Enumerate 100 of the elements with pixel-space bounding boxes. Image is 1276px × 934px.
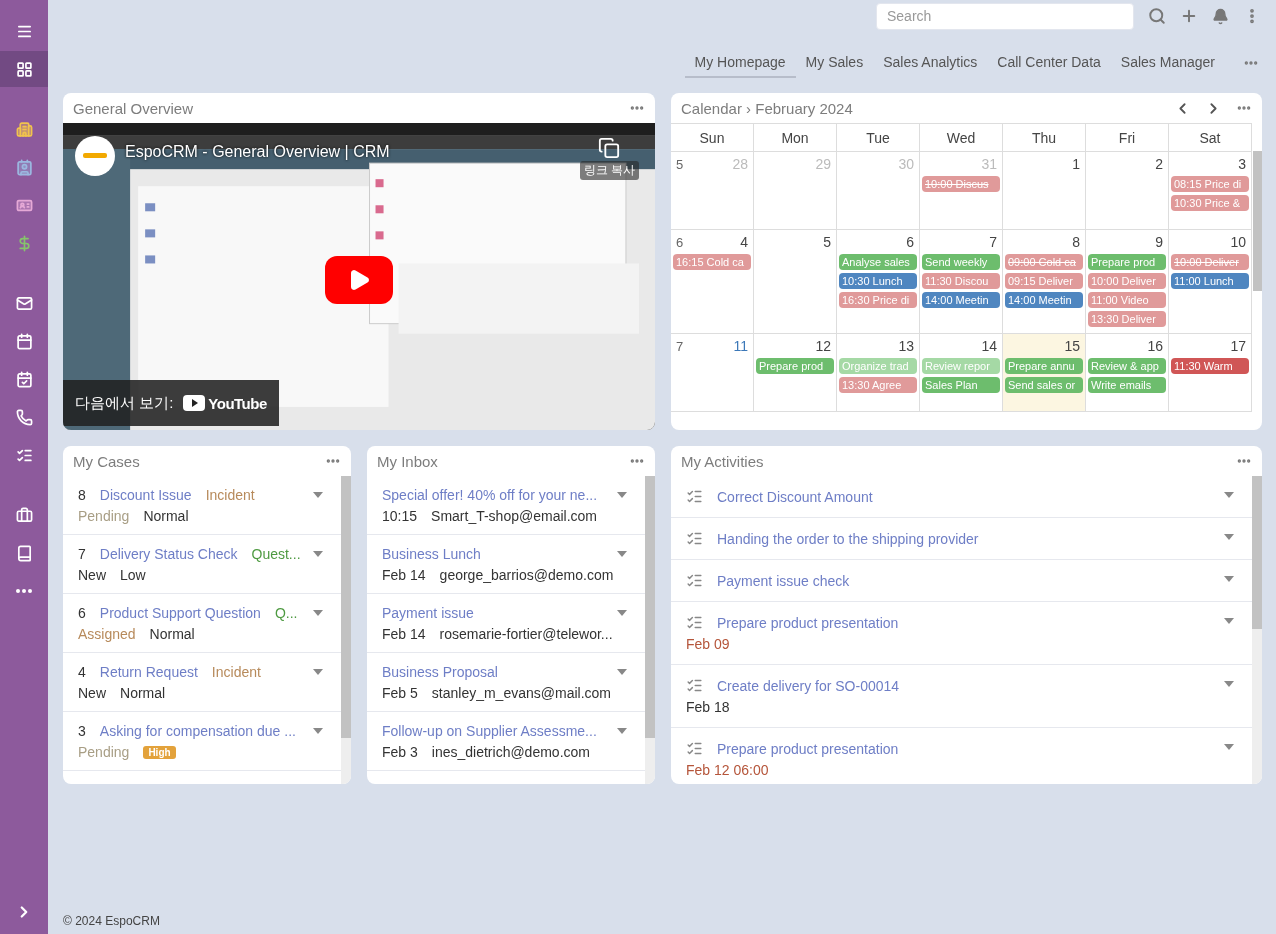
caret-icon[interactable]	[617, 728, 627, 734]
dashboard-tab[interactable]: My Homepage	[684, 48, 796, 78]
calendar-day[interactable]: 7 11	[671, 334, 754, 412]
dashboard-tab[interactable]: Sales Manager	[1110, 48, 1225, 78]
calendar-event[interactable]: 10:30 Price &	[1171, 195, 1249, 211]
calendar-day[interactable]: 31 10:00 Discus	[920, 152, 1003, 230]
case-type: Incident	[211, 664, 261, 680]
calendar-event[interactable]: Send weekly	[922, 254, 1000, 270]
email-subject[interactable]: Special offer! 40% off for your ne...	[382, 487, 598, 503]
calendar-event[interactable]: 10:30 Lunch	[839, 273, 917, 289]
calendar-event[interactable]: 13:30 Deliver	[1088, 311, 1166, 327]
sidebar-item[interactable]	[0, 51, 48, 87]
email-subject[interactable]: Follow-up on Supplier Assessme...	[382, 723, 597, 739]
calendar-day[interactable]: 3 08:15 Price di 10:30 Price &	[1169, 152, 1252, 230]
calendar-event[interactable]: 08:15 Price di	[1171, 176, 1249, 192]
email-subject[interactable]: Business Lunch	[382, 546, 481, 562]
calendar-day[interactable]: 16 Review & app Write emails	[1086, 334, 1169, 412]
calendar-day[interactable]: 10 10:00 Deliver 11:00 Lunch	[1169, 230, 1252, 334]
caret-icon[interactable]	[617, 551, 627, 557]
calendar-day[interactable]: 14 Review repor Sales Plan	[920, 334, 1003, 412]
calendar-event[interactable]: 16:30 Price di	[839, 292, 917, 308]
case-link[interactable]: Delivery Status Check	[99, 546, 238, 562]
scrollbar[interactable]	[1253, 151, 1262, 291]
caret-icon[interactable]	[313, 492, 323, 498]
calendar-day[interactable]: 9 Prepare prod 10:00 Deliver 11:00 Video 13:30 Deliver	[1086, 230, 1169, 334]
calendar-day[interactable]: 13 Organize trad 13:30 Agree	[837, 334, 920, 412]
play-button[interactable]	[325, 256, 393, 304]
caret-icon[interactable]	[1224, 576, 1234, 582]
calendar-event[interactable]: 10:00 Deliver	[1088, 273, 1166, 289]
task-link[interactable]: Create delivery for SO-00014	[717, 677, 900, 694]
task-link[interactable]: Prepare product presentation	[717, 740, 899, 757]
scrollbar[interactable]	[1252, 476, 1262, 784]
scrollbar[interactable]	[341, 476, 351, 784]
day-number: 11	[733, 338, 748, 354]
task-link[interactable]: Handing the order to the shipping provider	[717, 530, 979, 547]
calendar-event[interactable]: 16:15 Cold ca	[673, 254, 751, 270]
plus-icon[interactable]	[1180, 7, 1198, 25]
calendar-event[interactable]: 11:00 Lunch	[1171, 273, 1249, 289]
caret-icon[interactable]	[1224, 492, 1234, 498]
calendar-event[interactable]: Write emails	[1088, 377, 1166, 393]
caret-icon[interactable]	[617, 669, 627, 675]
calendar-day[interactable]: 6 4 16:15 Cold ca	[671, 230, 754, 334]
calendar-day[interactable]: 6 Analyse sales 10:30 Lunch 16:30 Price di	[837, 230, 920, 334]
calendar-event[interactable]: 11:00 Video	[1088, 292, 1166, 308]
calendar-day[interactable]: 12 Prepare prod	[754, 334, 837, 412]
calendar-day[interactable]: 2	[1086, 152, 1169, 230]
calendar-day[interactable]: 5	[754, 230, 837, 334]
email-subject[interactable]: Payment issue	[382, 605, 474, 621]
task-link[interactable]: Correct Discount Amount	[717, 488, 873, 505]
calendar-day[interactable]: 7 Send weekly 11:30 Discou 14:00 Meetin	[920, 230, 1003, 334]
copy-link-label[interactable]: 링크 복사	[579, 161, 639, 180]
caret-icon[interactable]	[1224, 534, 1234, 540]
dashboard-tab[interactable]: Sales Analytics	[873, 48, 988, 78]
calendar-event[interactable]: Sales Plan	[922, 377, 1000, 393]
caret-icon[interactable]	[313, 669, 323, 675]
scrollbar[interactable]	[645, 476, 655, 784]
case-link[interactable]: Discount Issue	[99, 487, 192, 503]
caret-icon[interactable]	[1224, 618, 1234, 624]
caret-icon[interactable]	[1224, 744, 1234, 750]
calendar-day[interactable]: 5 28	[671, 152, 754, 230]
calendar-event[interactable]: 11:30 Discou	[922, 273, 1000, 289]
calendar-event[interactable]: Prepare prod	[756, 358, 834, 374]
caret-icon[interactable]	[617, 492, 627, 498]
video-title[interactable]: EspoCRM - General Overview | CRM	[125, 143, 390, 161]
calendar-event[interactable]: 09:00 Cold ca	[1005, 254, 1083, 270]
more-icon	[16, 589, 32, 593]
search-icon[interactable]	[1148, 7, 1166, 25]
search-field[interactable]: Search	[876, 2, 1134, 30]
calendar-day[interactable]: 8 09:00 Cold ca 09:15 Deliver 14:00 Meetin	[1003, 230, 1086, 334]
calendar-event[interactable]: 14:00 Meetin	[922, 292, 1000, 308]
calendar-event[interactable]: 11:30 Warm	[1171, 358, 1249, 374]
caret-icon[interactable]	[1224, 681, 1234, 687]
caret-icon[interactable]	[313, 551, 323, 557]
case-link[interactable]: Product Support Question	[99, 605, 261, 621]
copy-icon[interactable]	[598, 137, 621, 159]
calendar-event[interactable]: 09:15 Deliver	[1005, 273, 1083, 289]
dashboard-tab[interactable]: My Sales	[795, 48, 874, 78]
calendar-event[interactable]: Analyse sales	[839, 254, 917, 270]
email-subject[interactable]: Business Proposal	[382, 664, 498, 680]
calendar-event[interactable]: Send sales or	[1005, 377, 1083, 393]
calendar-day[interactable]: 15 Prepare annu Send sales or	[1003, 334, 1086, 412]
calendar-event[interactable]: 14:00 Meetin	[1005, 292, 1083, 308]
case-link[interactable]: Return Request	[99, 664, 198, 680]
bell-icon[interactable]	[1212, 7, 1229, 25]
caret-icon[interactable]	[313, 610, 323, 616]
calendar-day[interactable]: 17 11:30 Warm	[1169, 334, 1252, 412]
task-link[interactable]: Prepare product presentation	[717, 614, 899, 631]
calendar-event[interactable]: 10:00 Deliver	[1171, 254, 1249, 270]
calendar-event[interactable]: 13:30 Agree	[839, 377, 917, 393]
case-link[interactable]: Asking for compensation due ...	[99, 723, 296, 739]
calendar-event[interactable]: 10:00 Discus	[922, 176, 1000, 192]
caret-icon[interactable]	[313, 728, 323, 734]
caret-icon[interactable]	[617, 610, 627, 616]
watch-on-youtube-button[interactable]: 다음에서 보기: YouTube	[63, 380, 279, 426]
calendar-event[interactable]: Prepare annu	[1005, 358, 1083, 374]
calendar-event[interactable]: Prepare prod	[1088, 254, 1166, 270]
dashboard-tab[interactable]: Call Center Data	[987, 48, 1111, 78]
calendar-day[interactable]: 1	[1003, 152, 1086, 230]
calendar-event[interactable]: Review & app	[1088, 358, 1166, 374]
task-link[interactable]: Payment issue check	[717, 572, 850, 589]
